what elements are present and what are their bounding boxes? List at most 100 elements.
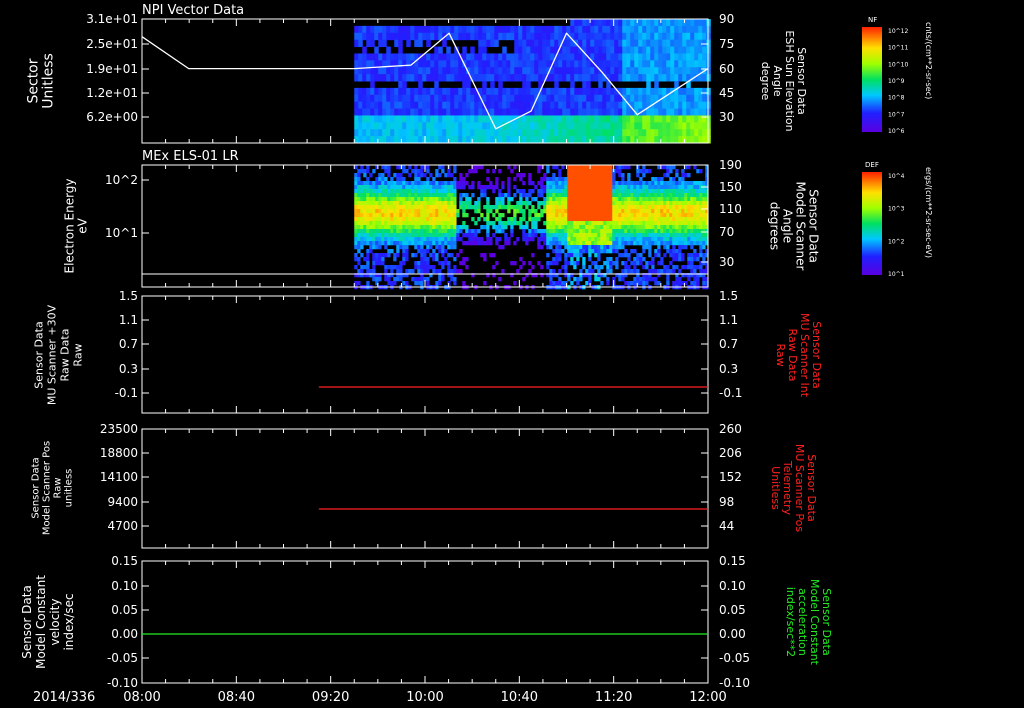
heatmap-cell: [642, 165, 646, 170]
heatmap-cell: [693, 253, 697, 258]
heatmap-cell: [456, 229, 460, 234]
heatmap-cell: [621, 253, 625, 258]
heatmap-cell: [645, 233, 649, 238]
heatmap-cell: [639, 261, 643, 266]
heatmap-cell: [558, 197, 562, 202]
heatmap-cell: [591, 177, 595, 182]
heatmap-cell: [699, 181, 703, 186]
heatmap-cell: [570, 60, 575, 68]
heatmap-cell: [597, 193, 601, 198]
heatmap-cell: [411, 221, 415, 226]
heatmap-cell: [381, 197, 385, 202]
heatmap-cell: [393, 265, 397, 270]
heatmap-cell: [384, 253, 388, 258]
heatmap-cell: [586, 129, 591, 137]
heatmap-cell: [606, 241, 610, 246]
heatmap-cell: [378, 136, 383, 144]
heatmap-cell: [429, 241, 433, 246]
heatmap-cell: [357, 193, 361, 198]
heatmap-cell: [378, 108, 383, 116]
heatmap-cell: [543, 189, 547, 194]
heatmap-cell: [621, 237, 625, 242]
heatmap-cell: [630, 229, 634, 234]
heatmap-cell: [615, 169, 619, 174]
heatmap-cell: [458, 122, 463, 130]
heatmap-cell: [420, 233, 424, 238]
heatmap-cell: [525, 221, 529, 226]
heatmap-cell: [420, 165, 424, 170]
heatmap-cell: [354, 197, 358, 202]
heatmap-cell: [636, 221, 640, 226]
heatmap-cell: [558, 25, 563, 34]
heatmap-cell: [466, 25, 471, 34]
heatmap-cell: [561, 221, 565, 226]
heatmap-cell: [474, 237, 478, 242]
heatmap-cell: [363, 181, 367, 186]
heatmap-cell: [552, 241, 556, 246]
heatmap-cell: [558, 213, 562, 218]
heatmap-cell: [471, 229, 475, 234]
heatmap-cell: [507, 185, 511, 190]
heatmap-cell: [654, 67, 659, 75]
heatmap-cell: [454, 87, 459, 96]
heatmap-cell: [672, 241, 676, 246]
heatmap-cell: [558, 269, 562, 274]
heatmap-cell: [582, 241, 586, 246]
heatmap-cell: [538, 39, 543, 48]
heatmap-cell: [662, 101, 667, 110]
y2-axis-title-line: index/sec**2: [784, 587, 797, 657]
y-tick-label: -0.05: [107, 651, 138, 665]
heatmap-cell: [678, 245, 682, 250]
heatmap-cell: [670, 46, 675, 54]
heatmap-cell: [579, 277, 583, 282]
heatmap-cell: [622, 74, 627, 82]
heatmap-cell: [438, 189, 442, 194]
heatmap-cell: [498, 217, 502, 222]
heatmap-cell: [510, 136, 515, 144]
heatmap-cell: [588, 197, 592, 202]
heatmap-cell: [657, 165, 661, 170]
heatmap-cell: [663, 209, 667, 214]
heatmap-cell: [570, 173, 574, 178]
heatmap-cell: [454, 101, 459, 110]
heatmap-cell: [634, 67, 639, 75]
heatmap-cell: [614, 136, 619, 144]
heatmap-cell: [495, 261, 499, 266]
heatmap-cell: [633, 209, 637, 214]
heatmap-cell: [554, 60, 559, 68]
heatmap-cell: [522, 122, 527, 130]
y-tick-label: 1.5: [119, 289, 138, 303]
heatmap-cell: [570, 189, 574, 194]
heatmap-cell: [398, 25, 403, 34]
heatmap-cell: [552, 217, 556, 222]
heatmap-cell: [582, 81, 587, 89]
heatmap-cell: [432, 233, 436, 238]
heatmap-cell: [621, 197, 625, 202]
heatmap-cell: [506, 32, 511, 41]
heatmap-cell: [612, 185, 616, 190]
heatmap-cell: [378, 257, 382, 262]
heatmap-cell: [696, 181, 700, 186]
heatmap-cell: [459, 193, 463, 198]
heatmap-cell: [390, 177, 394, 182]
heatmap-cell: [420, 257, 424, 262]
heatmap-cell: [483, 193, 487, 198]
heatmap-cell: [518, 108, 523, 116]
heatmap-cell: [672, 245, 676, 250]
heatmap-cell: [398, 115, 403, 123]
heatmap-cell: [654, 81, 659, 89]
heatmap-cell: [670, 101, 675, 110]
heatmap-cell: [486, 177, 490, 182]
heatmap-cell: [450, 245, 454, 250]
heatmap-cell: [550, 25, 555, 34]
heatmap-cell: [447, 261, 451, 266]
heatmap-cell: [609, 173, 613, 178]
heatmap-cell: [370, 25, 375, 34]
heatmap-cell: [612, 233, 616, 238]
heatmap-cell: [414, 185, 418, 190]
heatmap-cell: [450, 173, 454, 178]
heatmap-cell: [402, 257, 406, 262]
heatmap-cell: [538, 122, 543, 130]
heatmap-cell: [506, 25, 511, 34]
heatmap-cell: [441, 249, 445, 254]
